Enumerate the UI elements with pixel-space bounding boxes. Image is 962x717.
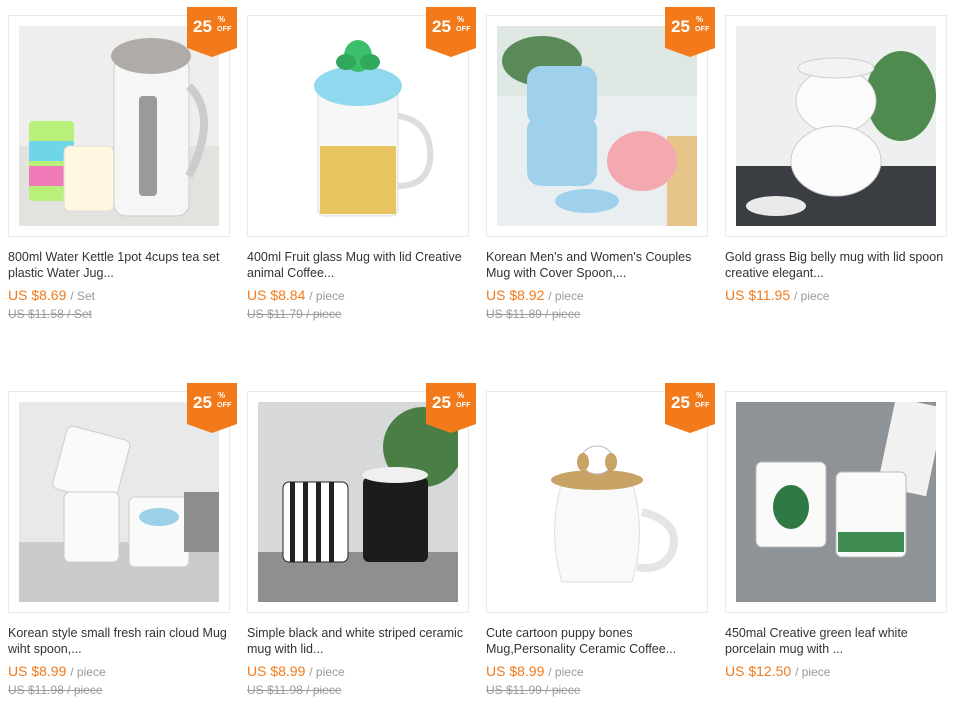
product-title[interactable]: 450mal Creative green leaf white porcela… [725,625,945,657]
product-title[interactable]: Korean Men's and Women's Couples Mug wit… [486,249,706,281]
original-price: US $11.98 / piece [247,683,342,697]
product-price: US $8.99 / piece [8,663,106,679]
product-image[interactable]: 25 % OFF [8,7,237,237]
discount-badge: 25 % OFF [426,383,476,433]
product-card[interactable]: 25 % OFF Korean Men's and Women's Couple… [486,7,715,322]
product-card[interactable]: Gold grass Big belly mug with lid spoon … [725,15,949,322]
original-price [725,683,949,698]
product-title[interactable]: 800ml Water Kettle 1pot 4cups tea set pl… [8,249,228,281]
couples-mug-image [497,26,697,226]
product-title[interactable]: Korean style small fresh rain cloud Mug … [8,625,228,657]
product-card[interactable]: 25 % OFF Cute cartoon puppy bones Mug,Pe… [486,383,715,698]
product-price: US $11.95 / piece [725,287,830,303]
product-image[interactable]: 25 % OFF [247,383,476,613]
product-price: US $12.50 / piece [725,663,831,679]
product-price: US $8.99 / piece [247,663,345,679]
product-title[interactable]: 400ml Fruit glass Mug with lid Creative … [247,249,467,281]
product-title[interactable]: Gold grass Big belly mug with lid spoon … [725,249,945,281]
green-leaf-mug-image [736,402,936,602]
product-price: US $8.99 / piece [486,663,584,679]
striped-mug-image [258,402,458,602]
original-price: US $11.79 / piece [247,307,342,321]
water-kettle-image [19,26,219,226]
discount-badge: 25 % OFF [665,383,715,433]
product-title[interactable]: Simple black and white striped ceramic m… [247,625,467,657]
product-image[interactable]: 25 % OFF [247,7,476,237]
rain-cloud-mug-image [19,402,219,602]
gold-grass-mug-image [736,26,936,226]
product-price: US $8.84 / piece [247,287,345,303]
product-card[interactable]: 450mal Creative green leaf white porcela… [725,391,949,698]
product-image[interactable]: 25 % OFF [8,383,237,613]
discount-badge: 25 % OFF [665,7,715,57]
discount-badge: 25 % OFF [426,7,476,57]
product-image[interactable]: 25 % OFF [486,7,715,237]
original-price: US $11.99 / piece [486,683,581,697]
puppy-mug-image [497,402,697,602]
product-image[interactable] [725,15,947,237]
product-card[interactable]: 25 % OFF 400ml Fruit glass Mug with lid … [247,7,476,322]
product-card[interactable]: 25 % OFF Simple black and white striped … [247,383,476,698]
product-price: US $8.92 / piece [486,287,584,303]
original-price: US $11.58 / Set [8,307,92,321]
product-card[interactable]: 25 % OFF 800ml Water Kettle 1pot 4cups t… [8,7,237,322]
product-grid: 25 % OFF 800ml Water Kettle 1pot 4cups t… [0,0,962,717]
original-price: US $11.98 / piece [8,683,103,697]
fruit-glass-mug-image [258,26,458,226]
product-image[interactable]: 25 % OFF [486,383,715,613]
product-card[interactable]: 25 % OFF Korean style small fresh rain c… [8,383,237,698]
original-price [725,307,949,322]
product-price: US $8.69 / Set [8,287,95,303]
original-price: US $11.89 / piece [486,307,581,321]
discount-badge: 25 % OFF [187,7,237,57]
product-image[interactable] [725,391,947,613]
product-title[interactable]: Cute cartoon puppy bones Mug,Personality… [486,625,706,657]
discount-badge: 25 % OFF [187,383,237,433]
